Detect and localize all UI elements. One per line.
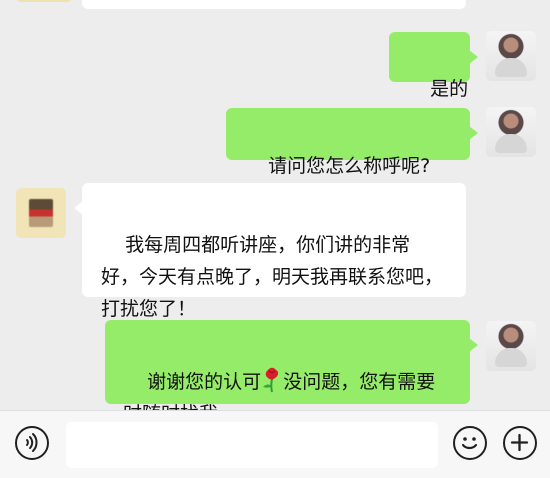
message-bubble-name-question: 请问您怎么称呼呢? bbox=[226, 108, 478, 177]
user-avatar[interactable] bbox=[486, 321, 536, 371]
message-bubble-yes: 是的 bbox=[389, 32, 478, 100]
chat-input-bar bbox=[0, 410, 550, 478]
emoji-button[interactable] bbox=[453, 426, 487, 460]
emoji-icon bbox=[461, 437, 478, 450]
message-bubble-thanks: 谢谢您的认可没问题，您有需要时随时找我 bbox=[105, 320, 478, 410]
voice-icon bbox=[26, 433, 38, 452]
chat-message-list[interactable]: 是的 请问您怎么称呼呢? 我每周四都听讲座，你们讲的非常好，今天有点晚了，明天我… bbox=[0, 0, 550, 410]
message-bubble-lecture: 我每周四都听讲座，你们讲的非常好，今天有点晚了，明天我再联系您吧，打扰您了！ bbox=[74, 183, 466, 320]
contact-avatar[interactable] bbox=[16, 0, 72, 2]
message-text: 是的 bbox=[430, 78, 469, 100]
message-text: 我每周四都听讲座，你们讲的非常好，今天有点晚了，明天我再联系您吧，打扰您了！ bbox=[101, 234, 444, 320]
user-avatar[interactable] bbox=[486, 31, 536, 81]
user-avatar[interactable] bbox=[486, 107, 536, 157]
contact-avatar[interactable] bbox=[16, 188, 66, 238]
avatar-image bbox=[29, 199, 53, 227]
rose-emoji bbox=[261, 367, 283, 393]
plus-icon bbox=[510, 433, 529, 452]
message-input[interactable] bbox=[66, 422, 438, 468]
previous-message-bubble bbox=[82, 0, 466, 9]
more-options-button[interactable] bbox=[503, 426, 537, 460]
message-text-part: 谢谢您的认可 bbox=[147, 371, 262, 393]
message-text: 请问您怎么称呼呢? bbox=[268, 155, 431, 177]
voice-input-button[interactable] bbox=[15, 426, 49, 460]
